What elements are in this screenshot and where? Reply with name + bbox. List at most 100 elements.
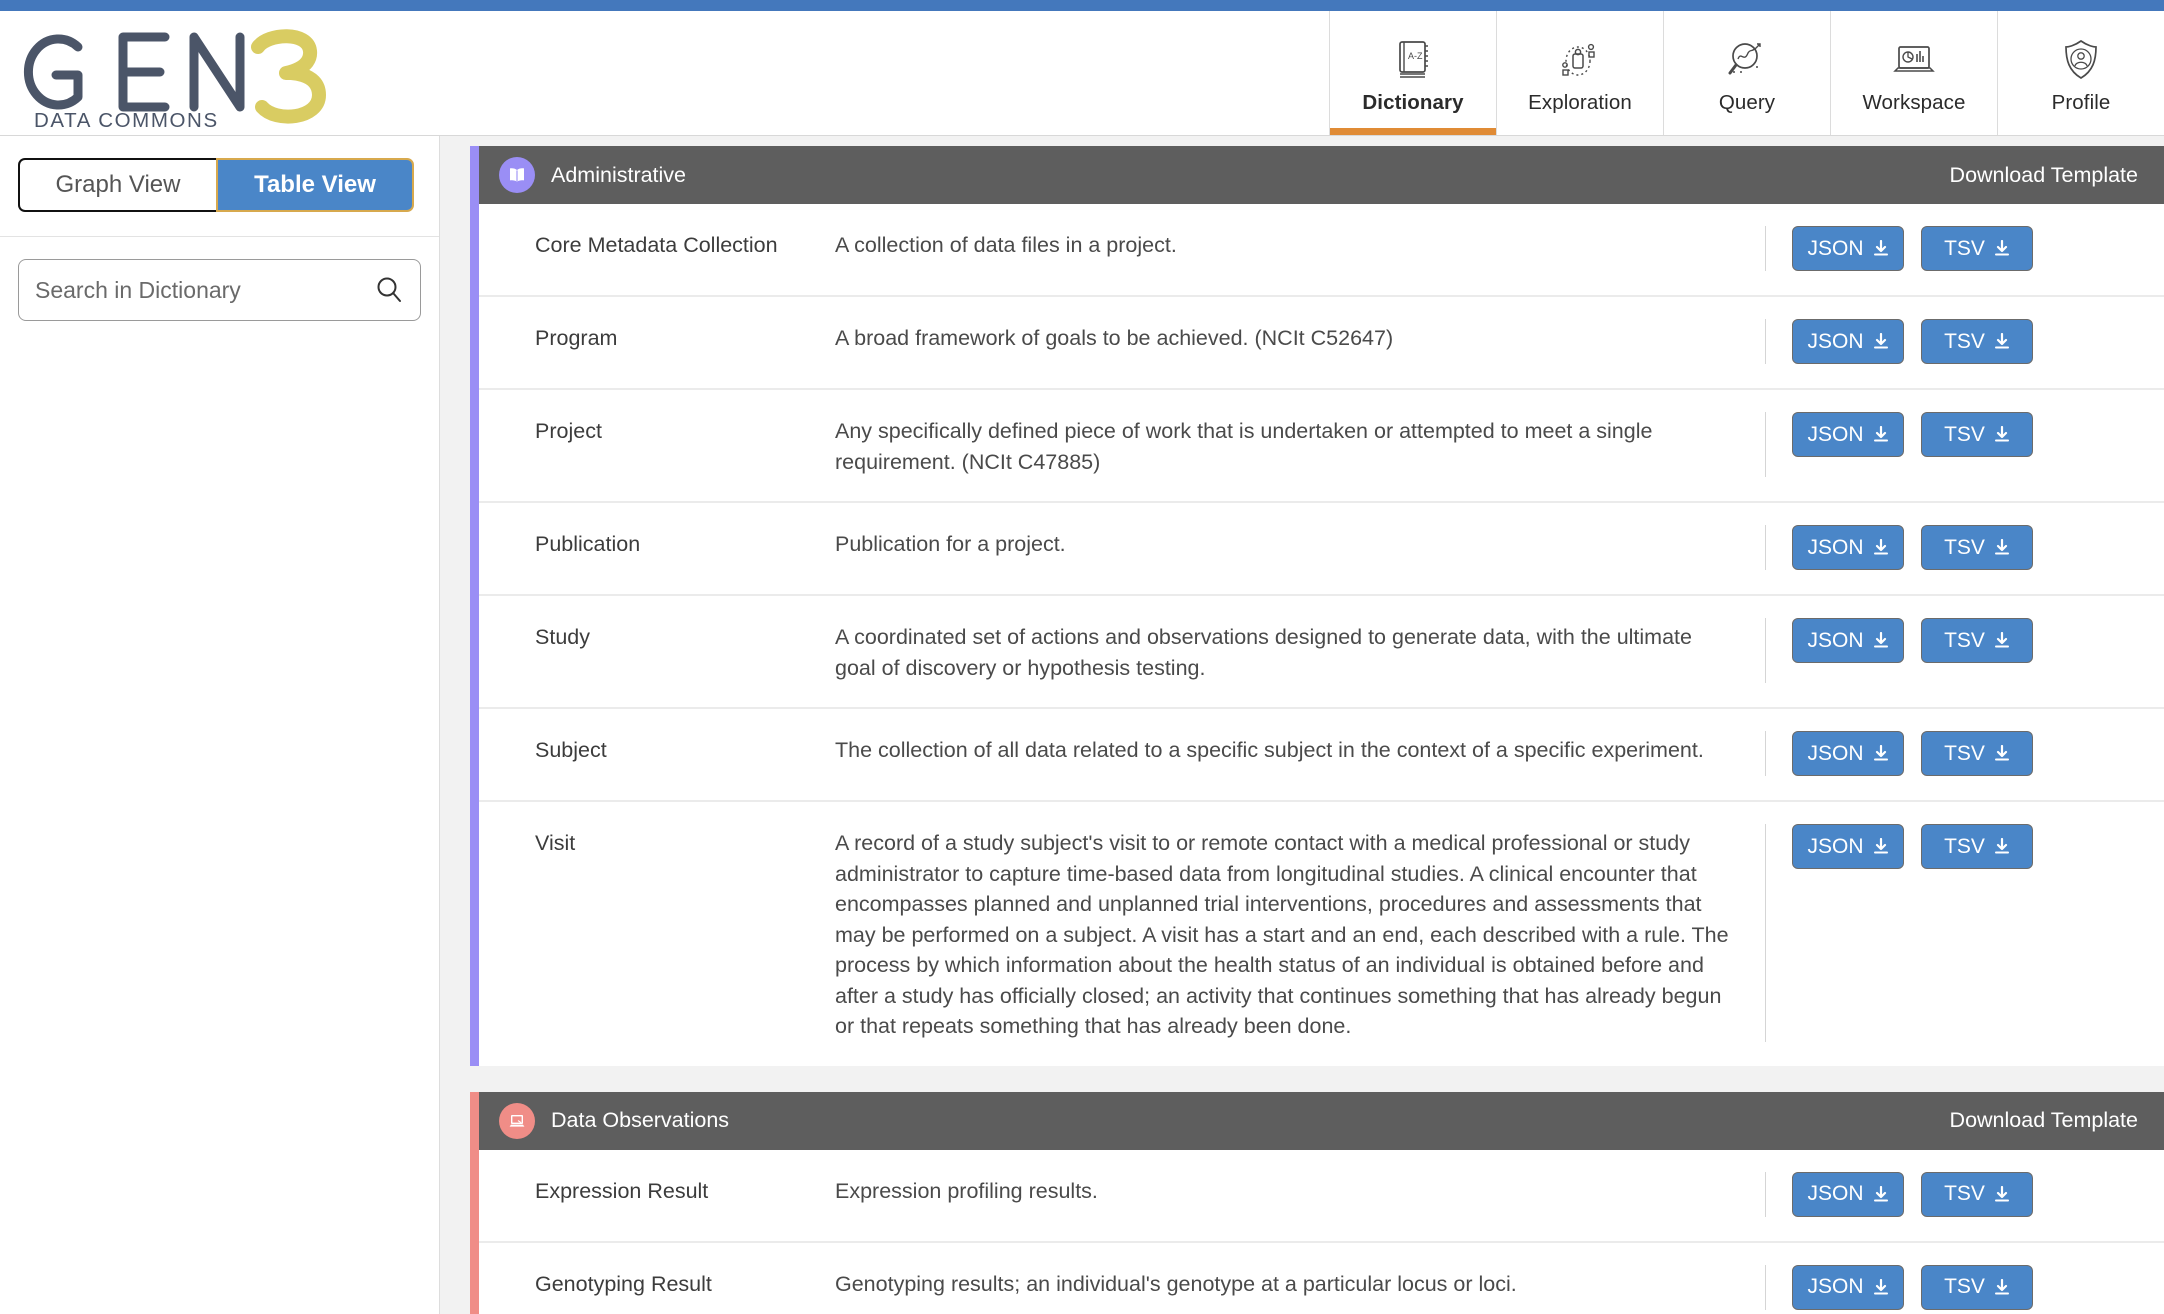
- download-json-button[interactable]: JSON: [1792, 412, 1904, 457]
- row-actions: JSON TSV: [1765, 412, 2050, 478]
- gen3-logo[interactable]: DATA COMMONS: [0, 11, 332, 131]
- download-tsv-button[interactable]: TSV: [1921, 412, 2033, 457]
- tsv-label: TSV: [1944, 628, 1985, 652]
- tab-workspace[interactable]: Workspace: [1830, 11, 1997, 135]
- node-description: Expression profiling results.: [835, 1178, 1098, 1203]
- graph-view-button[interactable]: Graph View: [18, 158, 216, 212]
- table-row: Study A coordinated set of actions and o…: [479, 596, 2164, 710]
- tab-dictionary-label: Dictionary: [1362, 90, 1464, 114]
- download-tsv-button[interactable]: TSV: [1921, 1171, 2033, 1217]
- table-row: Program A broad framework of goals to be…: [479, 297, 2164, 390]
- tab-query[interactable]: Query: [1663, 11, 1830, 135]
- node-description: A coordinated set of actions and observa…: [835, 625, 1692, 680]
- page-body: Graph View Table View Search in Dictiona…: [0, 136, 2164, 1314]
- svg-text:A-Z: A-Z: [1408, 51, 1423, 61]
- download-tsv-button[interactable]: TSV: [1921, 319, 2033, 364]
- section-header-data-observations: Data Observations Download Template: [479, 1091, 2164, 1150]
- download-tsv-button[interactable]: TSV: [1921, 618, 2033, 664]
- download-icon: [1873, 426, 1888, 442]
- section-administrative: Administrative Download Template Core Me…: [470, 146, 2164, 1066]
- app-header: DATA COMMONS A-Z Dictionary Exploration …: [0, 11, 2164, 136]
- download-icon: [1994, 333, 2009, 349]
- tab-profile[interactable]: Profile: [1997, 11, 2164, 135]
- section-accent-data-observations: [470, 1091, 479, 1314]
- node-description: Any specifically defined piece of work t…: [835, 419, 1653, 474]
- top-accent-bar: [0, 0, 2164, 11]
- tab-workspace-label: Workspace: [1862, 90, 1966, 114]
- table-row: Publication Publication for a project. J…: [479, 503, 2164, 597]
- tsv-label: TSV: [1944, 329, 1985, 353]
- download-tsv-button[interactable]: TSV: [1921, 1264, 2033, 1310]
- dictionary-book-icon: A-Z: [1394, 38, 1432, 82]
- node-name: Study: [535, 625, 590, 650]
- data-observations-rows: Expression Result Expression profiling r…: [479, 1150, 2164, 1314]
- svg-text:DATA COMMONS: DATA COMMONS: [34, 109, 219, 131]
- tab-query-label: Query: [1718, 90, 1776, 114]
- download-tsv-button[interactable]: TSV: [1921, 525, 2033, 571]
- exploration-icon: [1559, 38, 1601, 82]
- table-row: Expression Result Expression profiling r…: [479, 1150, 2164, 1243]
- download-icon: [1873, 240, 1888, 256]
- download-icon: [1994, 1278, 2009, 1295]
- tsv-label: TSV: [1944, 422, 1985, 446]
- table-row: Project Any specifically defined piece o…: [479, 390, 2164, 504]
- dictionary-table-content: Administrative Download Template Core Me…: [440, 136, 2164, 1314]
- view-toggle-group: Graph View Table View: [18, 158, 414, 212]
- table-row: Visit A record of a study subject's visi…: [479, 802, 2164, 1066]
- tab-dictionary[interactable]: A-Z Dictionary: [1329, 11, 1496, 135]
- download-icon: [1873, 1185, 1888, 1202]
- download-json-button[interactable]: JSON: [1792, 618, 1904, 664]
- table-view-button[interactable]: Table View: [216, 158, 414, 212]
- sidebar: Graph View Table View: [0, 136, 440, 1314]
- download-icon: [1994, 838, 2009, 854]
- tab-profile-label: Profile: [2051, 90, 2111, 114]
- node-description: A collection of data files in a project.: [835, 233, 1177, 257]
- download-json-button[interactable]: JSON: [1792, 1171, 1904, 1217]
- search-icon[interactable]: [372, 273, 406, 307]
- view-toggle-row: Graph View Table View: [0, 136, 439, 237]
- row-actions: JSON TSV: [1765, 731, 2050, 777]
- download-json-button[interactable]: JSON: [1792, 731, 1904, 777]
- row-actions: JSON TSV: [1765, 618, 2050, 684]
- download-icon: [1994, 632, 2009, 648]
- open-book-icon: [499, 157, 535, 193]
- row-actions: JSON TSV: [1765, 824, 2050, 1042]
- download-tsv-button[interactable]: TSV: [1921, 824, 2033, 870]
- download-template-administrative[interactable]: Download Template: [1950, 163, 2138, 188]
- download-json-button[interactable]: JSON: [1792, 525, 1904, 571]
- row-actions: JSON TSV: [1765, 226, 2050, 271]
- section-title-administrative: Administrative: [551, 162, 687, 187]
- download-json-button[interactable]: JSON: [1792, 824, 1904, 870]
- download-json-button[interactable]: JSON: [1792, 1264, 1904, 1310]
- tab-exploration-label: Exploration: [1528, 90, 1632, 114]
- json-label: JSON: [1807, 422, 1864, 446]
- download-tsv-button[interactable]: TSV: [1921, 731, 2033, 777]
- download-tsv-button[interactable]: TSV: [1921, 226, 2033, 271]
- download-icon: [1873, 745, 1888, 761]
- tsv-label: TSV: [1944, 236, 1985, 260]
- node-description: The collection of all data related to a …: [835, 738, 1704, 763]
- section-accent-administrative: [470, 146, 479, 1066]
- tab-exploration[interactable]: Exploration: [1496, 11, 1663, 135]
- download-json-button[interactable]: JSON: [1792, 319, 1904, 364]
- json-label: JSON: [1807, 834, 1864, 858]
- download-icon: [1873, 539, 1888, 555]
- table-row: Subject The collection of all data relat…: [479, 709, 2164, 803]
- node-name: Core Metadata Collection: [535, 233, 778, 257]
- workspace-laptop-icon: [1892, 38, 1936, 82]
- download-icon: [1873, 1278, 1888, 1295]
- json-label: JSON: [1807, 236, 1864, 260]
- node-name: Subject: [535, 738, 607, 763]
- tsv-label: TSV: [1944, 1182, 1985, 1206]
- tsv-label: TSV: [1944, 535, 1985, 559]
- query-magnifier-icon: [1726, 38, 1768, 82]
- main-navigation: A-Z Dictionary Exploration Query Workspa…: [1329, 11, 2164, 135]
- tsv-label: TSV: [1944, 741, 1985, 765]
- download-template-data-observations[interactable]: Download Template: [1950, 1108, 2138, 1133]
- node-name: Genotyping Result: [535, 1271, 712, 1296]
- node-description: A record of a study subject's visit to o…: [835, 831, 1729, 1039]
- download-icon: [1873, 632, 1888, 648]
- search-input[interactable]: [19, 276, 420, 304]
- download-json-button[interactable]: JSON: [1792, 226, 1904, 271]
- row-actions: JSON TSV: [1765, 1171, 2050, 1217]
